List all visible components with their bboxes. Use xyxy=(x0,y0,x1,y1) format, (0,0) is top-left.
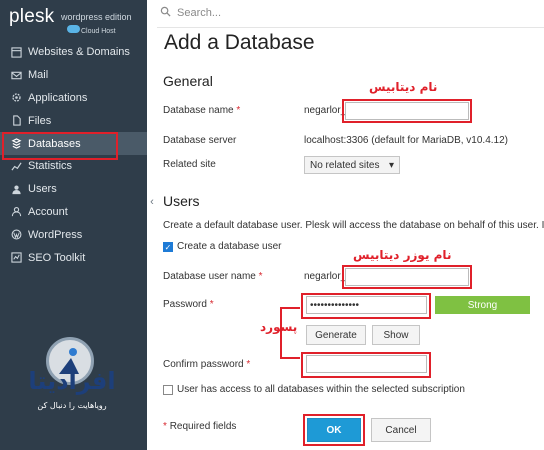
gear-icon xyxy=(10,92,22,104)
confirm-password-label: Confirm password * xyxy=(163,359,251,370)
general-heading: General xyxy=(163,73,213,89)
main-content: Add a Database General Database name * n… xyxy=(157,28,544,450)
users-heading: Users xyxy=(163,193,200,209)
sidebar-item-account[interactable]: Account xyxy=(0,201,147,224)
user-icon xyxy=(10,183,22,195)
account-icon xyxy=(10,206,22,218)
sidebar-item-label: Databases xyxy=(28,137,81,150)
user-name-highlight xyxy=(342,265,472,289)
db-user-annotation: نام یوزر دیتابیس xyxy=(353,248,452,262)
sidebar-item-label: Mail xyxy=(28,69,49,82)
create-user-label: Create a database user xyxy=(177,241,282,252)
password-annotation: پسورد xyxy=(260,320,298,334)
sidebar-item-seo-toolkit[interactable]: SEO Toolkit xyxy=(0,246,147,269)
top-bar: Search... xyxy=(157,0,544,28)
generate-button[interactable]: Generate xyxy=(306,325,366,345)
logo-name: plesk xyxy=(9,6,55,27)
sidebar-item-label: SEO Toolkit xyxy=(28,251,86,264)
ok-button-highlight xyxy=(303,414,365,446)
password-label: Password * xyxy=(163,299,214,310)
related-site-value: No related sites xyxy=(310,159,380,171)
password-highlight xyxy=(301,293,431,319)
sidebar: plesk wordpress edition Cloud Host Websi… xyxy=(0,0,147,450)
create-user-checkbox[interactable]: ✓ xyxy=(163,242,173,252)
sidebar-item-mail[interactable]: Mail xyxy=(0,64,147,87)
database-icon xyxy=(10,138,22,150)
user-name-prefix: negarlor_ xyxy=(304,271,347,282)
file-icon xyxy=(10,115,22,127)
users-description: Create a default database user. Plesk wi… xyxy=(163,220,544,231)
sidebar-item-label: Users xyxy=(28,183,57,196)
password-strength-bar: Strong xyxy=(435,296,530,314)
db-server-value: localhost:3306 (default for MariaDB, v10… xyxy=(304,135,508,146)
afradita-badge: افرادیتا رویاهایت را دنبال کن xyxy=(8,332,136,420)
sidebar-item-applications[interactable]: Applications xyxy=(0,87,147,110)
sidebar-item-statistics[interactable]: Statistics xyxy=(0,155,147,178)
sidebar-item-label: WordPress xyxy=(28,228,83,241)
badge-subtitle: رویاهایت را دنبال کن xyxy=(37,401,107,410)
user-name-label: Database user name * xyxy=(163,271,263,282)
logo-edition: wordpress edition xyxy=(61,12,132,22)
db-name-prefix: negarlor_ xyxy=(304,105,347,116)
related-site-label: Related site xyxy=(163,159,216,170)
sidebar-item-label: Applications xyxy=(28,91,88,104)
search-box[interactable]: Search... xyxy=(160,6,221,20)
sidebar-item-websites-domains[interactable]: Websites & Domains xyxy=(0,41,147,64)
globe-icon xyxy=(10,46,22,58)
related-site-select[interactable]: No related sites ▾ xyxy=(304,156,400,174)
plesk-logo[interactable]: plesk wordpress edition Cloud Host xyxy=(9,6,139,40)
sidebar-item-users[interactable]: Users xyxy=(0,178,147,201)
sidebar-item-label: Files xyxy=(28,114,52,127)
db-server-label: Database server xyxy=(163,135,237,146)
search-input[interactable]: Search... xyxy=(177,7,221,19)
confirm-password-highlight xyxy=(301,352,431,378)
show-button[interactable]: Show xyxy=(372,325,420,345)
sidebar-item-label: Websites & Domains xyxy=(28,46,130,59)
logo-host: Cloud Host xyxy=(81,28,116,35)
page-title: Add a Database xyxy=(164,31,315,54)
cancel-button[interactable]: Cancel xyxy=(371,418,431,442)
wordpress-icon xyxy=(10,229,22,241)
collapse-sidebar-icon[interactable]: ‹ xyxy=(147,190,157,214)
search-icon xyxy=(160,6,171,20)
sidebar-item-databases[interactable]: Databases xyxy=(0,132,147,160)
chart-icon xyxy=(10,160,22,172)
all-databases-checkbox[interactable] xyxy=(163,385,173,395)
db-name-label: Database name * xyxy=(163,105,241,116)
cloud-icon xyxy=(67,25,80,33)
db-name-highlight xyxy=(342,99,472,123)
seo-icon xyxy=(10,252,22,264)
sidebar-item-wordpress[interactable]: WordPress xyxy=(0,223,147,246)
sidebar-item-label: Statistics xyxy=(28,160,73,173)
sidebar-item-label: Account xyxy=(28,205,68,218)
mail-icon xyxy=(10,69,22,81)
sidebar-nav: Websites & Domains Mail Applications Fil… xyxy=(0,41,147,269)
all-databases-label: User has access to all databases within … xyxy=(177,384,465,395)
chevron-down-icon: ▾ xyxy=(388,159,394,171)
db-name-annotation: نام دیتابیس xyxy=(369,80,438,94)
sidebar-item-files[interactable]: Files xyxy=(0,109,147,132)
required-fields-note: * Required fields xyxy=(163,421,237,432)
badge-title: افرادیتا xyxy=(28,367,116,395)
